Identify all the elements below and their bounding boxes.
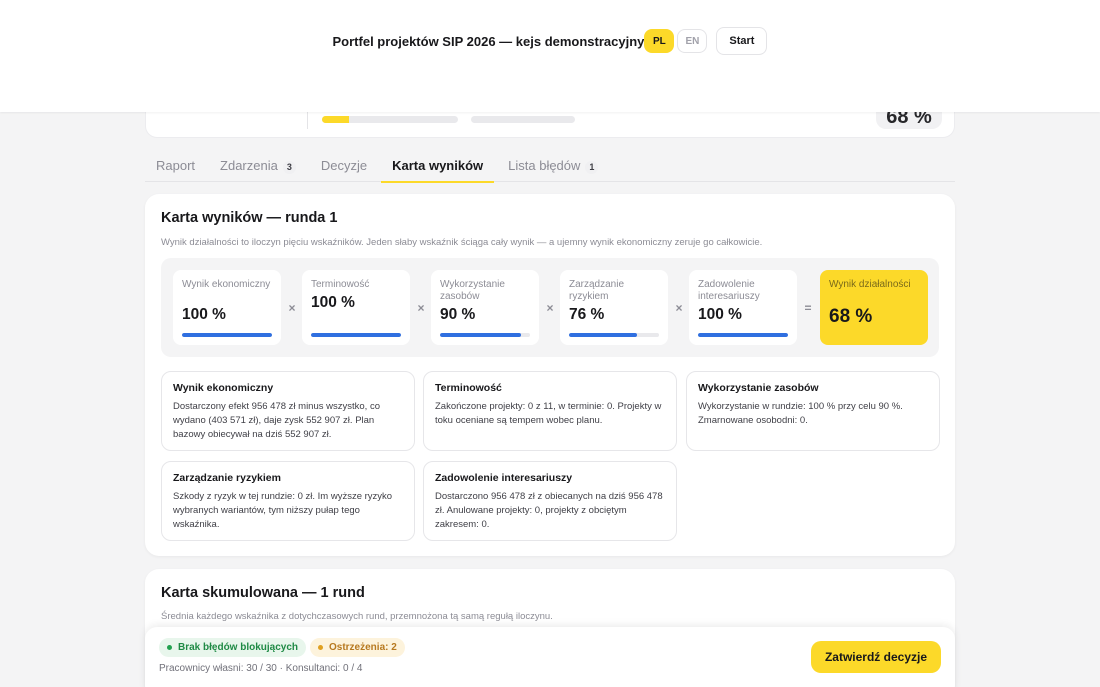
detail-title: Zadowolenie interesariuszy xyxy=(435,472,573,484)
tab-label: Karta wyników xyxy=(392,158,484,173)
factor-resources: Wykorzystanie zasobów 90 % xyxy=(431,270,539,345)
result-value: 68 % xyxy=(829,306,873,327)
scorecard-subtitle: Wynik działalności to iloczyn pięciu wsk… xyxy=(161,237,763,248)
factor-label: Wynik ekonomiczny xyxy=(182,279,271,290)
tab-karta-wynikow[interactable]: Karta wyników xyxy=(381,150,495,183)
result-label: Wynik działalności xyxy=(829,279,911,290)
factor-stakeholders: Zadowolenie interesariuszy 100 % xyxy=(689,270,797,345)
detail-card-resources: Wykorzystanie zasobów Wykorzystanie w ru… xyxy=(686,371,940,451)
factor-bar xyxy=(182,333,272,337)
factor-bar xyxy=(698,333,788,337)
factor-label: Terminowość xyxy=(311,279,370,290)
factor-value: 90 % xyxy=(440,306,476,323)
tab-decyzje[interactable]: Decyzje xyxy=(310,150,378,182)
equals-operator: = xyxy=(804,301,812,315)
status-ok-label: Brak błędów blokujących xyxy=(178,642,299,653)
top-header: Portfel projektów SIP 2026 — kejs demons… xyxy=(0,0,1100,112)
detail-card-stakeholders: Zadowolenie interesariuszy Dostarczono 9… xyxy=(423,461,677,541)
factor-timeliness: Terminowość 100 % xyxy=(302,270,410,345)
detail-text: Szkody z ryzyk w tej rundzie: 0 zł. Im w… xyxy=(173,491,393,530)
detail-card-economic: Wynik ekonomiczny Dostarczony efekt 956 … xyxy=(161,371,415,451)
result-tile: Wynik działalności 68 % xyxy=(820,270,928,345)
tab-label: Lista błędów xyxy=(508,158,581,173)
tab-label: Zdarzenia xyxy=(220,158,278,173)
detail-text: Wykorzystanie w rundzie: 100 % przy celu… xyxy=(698,401,903,426)
resources-summary: Pracownicy własni: 30 / 30 · Konsultanci… xyxy=(159,663,363,674)
factor-economic: Wynik ekonomiczny 100 % xyxy=(173,270,281,345)
tab-label: Raport xyxy=(156,158,196,173)
detail-text: Zakończone projekty: 0 z 11, w terminie:… xyxy=(435,401,662,426)
factor-bar-fill xyxy=(182,333,272,337)
tab-label: Decyzje xyxy=(320,158,368,173)
factor-bar-fill xyxy=(569,333,638,337)
factor-bar xyxy=(311,333,401,337)
lang-en-button[interactable]: EN xyxy=(677,29,708,53)
factor-value: 76 % xyxy=(569,306,605,323)
detail-title: Zarządzanie ryzykiem xyxy=(173,472,281,484)
multiply-operator: × xyxy=(675,301,683,315)
detail-text: Dostarczony efekt 956 478 zł minus wszys… xyxy=(173,401,380,440)
summary-secondary-bar xyxy=(471,116,575,123)
factor-bar-fill xyxy=(698,333,788,337)
tab-count-badge: 3 xyxy=(282,161,296,174)
tab-raport[interactable]: Raport xyxy=(145,150,206,182)
status-ok-dot-icon xyxy=(167,645,172,650)
multiply-operator: × xyxy=(417,301,425,315)
bottom-action-bar: Brak błędów blokujących Ostrzeżenia: 2 P… xyxy=(145,627,955,687)
factor-label: Zadowolenie interesariuszy xyxy=(698,279,760,302)
tab-zdarzenia[interactable]: Zdarzenia 3 xyxy=(209,150,307,182)
cumulative-title: Karta skumulowana — 1 rund xyxy=(161,585,365,601)
scorecard-card: Karta wyników — runda 1 Wynik działalnoś… xyxy=(145,194,955,556)
factor-risk: Zarządzanie ryzykiem 76 % xyxy=(560,270,668,345)
factor-value: 100 % xyxy=(698,306,742,323)
tab-lista-bledow[interactable]: Lista błędów 1 xyxy=(497,150,609,182)
factor-bar-fill xyxy=(311,333,401,337)
summary-progress-bar xyxy=(322,116,458,123)
app-title: Portfel projektów SIP 2026 — kejs demons… xyxy=(332,33,645,49)
factor-label: Wykorzystanie zasobów xyxy=(440,279,505,302)
summary-progress-fill xyxy=(322,116,350,123)
tab-bar: Raport Zdarzenia 3 Decyzje Karta wyników… xyxy=(145,150,955,183)
factor-bar xyxy=(569,333,659,337)
multiply-operator: × xyxy=(546,301,554,315)
detail-card-risk: Zarządzanie ryzykiem Szkody z ryzyk w te… xyxy=(161,461,415,541)
detail-title: Wykorzystanie zasobów xyxy=(698,382,819,394)
tab-count-badge: 1 xyxy=(585,161,599,174)
status-warning-label: Ostrzeżenia: 2 xyxy=(329,642,397,653)
factor-bar-fill xyxy=(440,333,521,337)
detail-card-timeliness: Terminowość Zakończone projekty: 0 z 11,… xyxy=(423,371,677,451)
summary-divider xyxy=(307,109,308,129)
factor-label: Zarządzanie ryzykiem xyxy=(569,279,625,302)
lang-pl-button[interactable]: PL xyxy=(644,29,675,53)
detail-text: Dostarczono 956 478 zł z obiecanych na d… xyxy=(435,491,663,530)
scorecard-title: Karta wyników — runda 1 xyxy=(161,210,338,226)
header-row: Portfel projektów SIP 2026 — kejs demons… xyxy=(0,27,1100,55)
factor-value: 100 % xyxy=(311,294,355,311)
detail-title: Terminowość xyxy=(435,382,502,394)
factor-strip: Wynik ekonomiczny 100 % × Terminowość 10… xyxy=(161,258,939,357)
status-ok-badge: Brak błędów blokujących xyxy=(159,638,307,657)
status-warning-badge[interactable]: Ostrzeżenia: 2 xyxy=(310,638,405,657)
start-button[interactable]: Start xyxy=(716,27,768,55)
multiply-operator: × xyxy=(288,301,296,315)
status-warning-dot-icon xyxy=(318,645,323,650)
confirm-decisions-button[interactable]: Zatwierdź decyzje xyxy=(811,641,941,673)
cumulative-subtitle: Średnia każdego wskaźnika z dotychczasow… xyxy=(161,611,553,622)
detail-title: Wynik ekonomiczny xyxy=(173,382,274,394)
factor-value: 100 % xyxy=(182,306,226,323)
factor-bar xyxy=(440,333,530,337)
